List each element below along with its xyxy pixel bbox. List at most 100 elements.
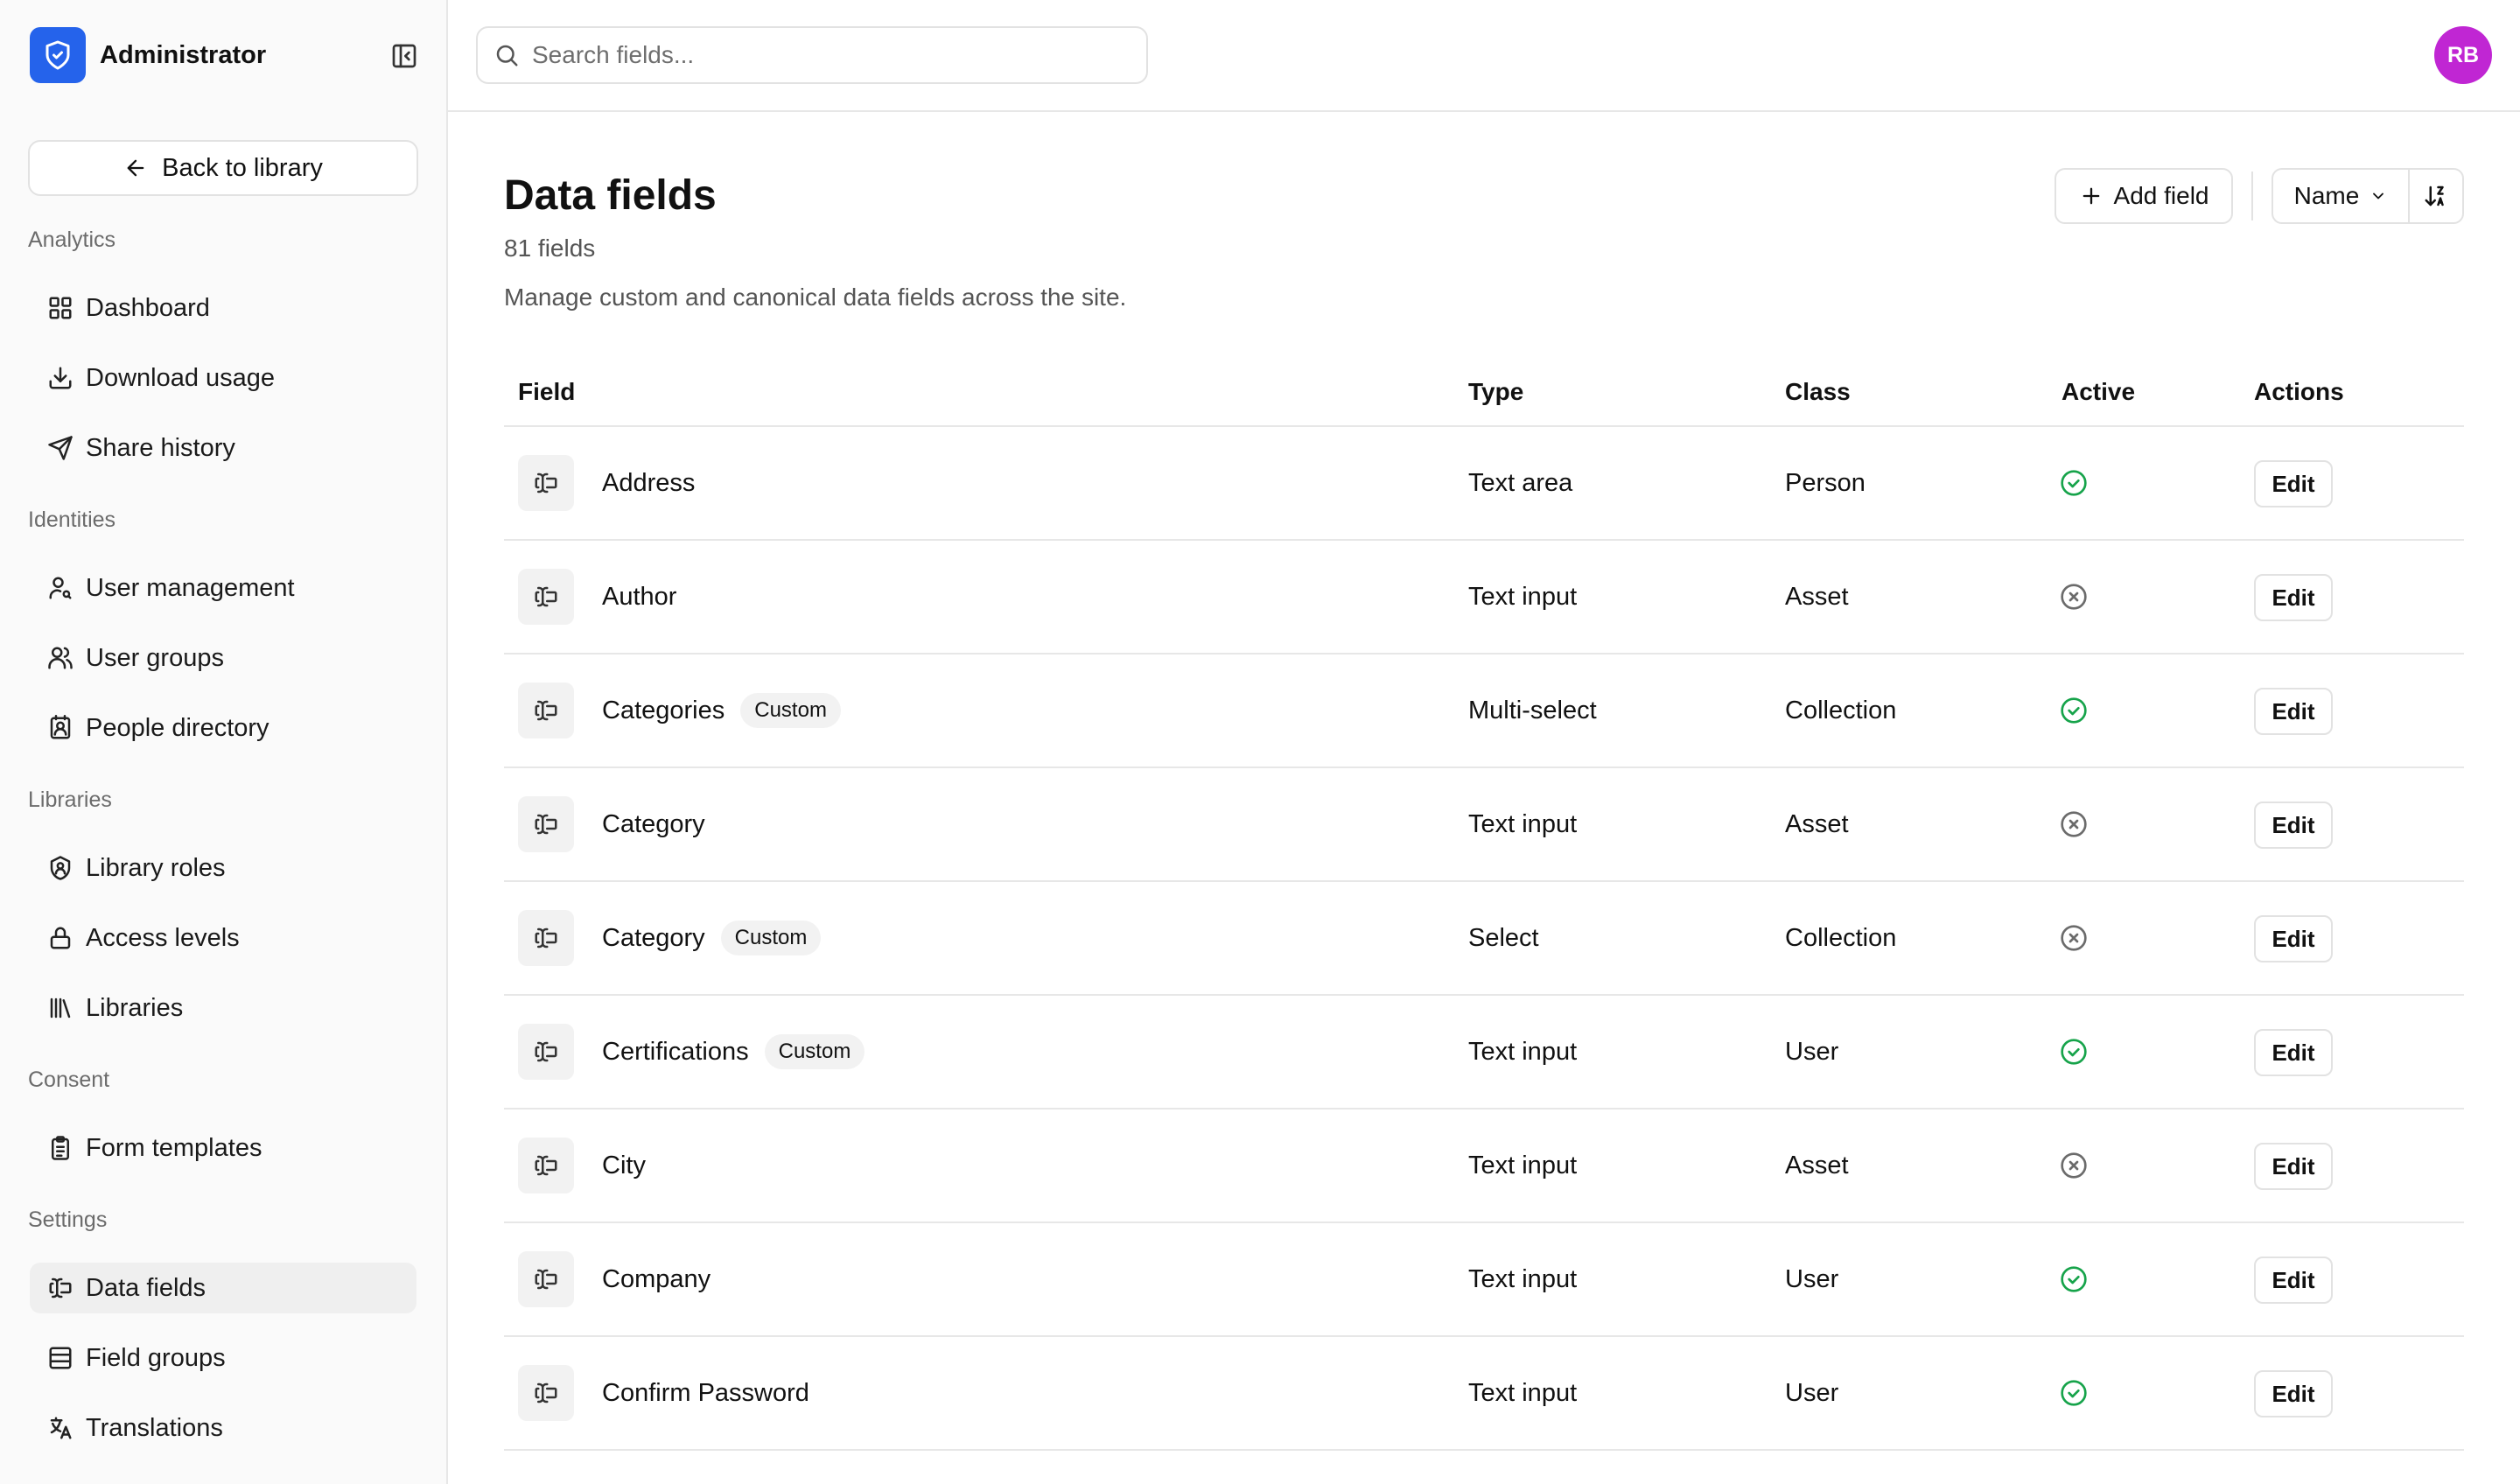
field-count: 81 fields <box>504 234 596 262</box>
edit-button[interactable]: Edit <box>2254 1370 2333 1418</box>
brand[interactable]: Administrator <box>30 26 266 84</box>
add-field-button[interactable]: Add field <box>2054 168 2233 224</box>
text-cursor-input-icon <box>46 1273 75 1303</box>
table-row[interactable]: Certifications Custom Text input User Ed… <box>504 996 2464 1110</box>
field-name-cell: Confirm Password <box>602 1337 809 1449</box>
page-title: Data fields <box>504 172 717 219</box>
sidebar-item-download-usage[interactable]: Download usage <box>30 353 416 403</box>
edit-button[interactable]: Edit <box>2254 1029 2333 1076</box>
field-name-cell: Category <box>602 768 705 880</box>
sidebar-item-label: Translations <box>86 1413 223 1442</box>
edit-button[interactable]: Edit <box>2254 915 2333 962</box>
sidebar-item-label: Download usage <box>86 363 276 392</box>
sidebar-item-libraries[interactable]: Libraries <box>30 983 416 1033</box>
section-label-consent: Consent <box>28 1068 110 1092</box>
table-row[interactable]: Category Custom Select Collection Edit <box>504 882 2464 996</box>
table-row[interactable]: Confirm Password Text input User Edit <box>504 1337 2464 1451</box>
table-row[interactable]: Company Text input User Edit <box>504 1223 2464 1337</box>
sidebar-item-label: Share history <box>86 433 235 462</box>
field-class: Asset <box>1785 1151 1849 1180</box>
field-class: Person <box>1785 468 1866 497</box>
edit-button[interactable]: Edit <box>2254 1143 2333 1190</box>
edit-button[interactable]: Edit <box>2254 1256 2333 1304</box>
custom-badge: Custom <box>740 693 841 728</box>
sidebar-item-translations[interactable]: Translations <box>30 1403 416 1453</box>
text-cursor-input-icon <box>518 1024 574 1080</box>
column-header-active[interactable]: Active <box>2062 378 2135 406</box>
sort-by-select[interactable]: Name <box>2273 170 2410 222</box>
sidebar-item-library-roles[interactable]: Library roles <box>30 843 416 893</box>
edit-button[interactable]: Edit <box>2254 688 2333 735</box>
field-class: Collection <box>1785 923 1897 952</box>
field-name-cell: Author <box>602 541 676 653</box>
table-row[interactable]: Author Text input Asset Edit <box>504 541 2464 654</box>
text-cursor-input-icon <box>518 796 574 852</box>
sidebar-collapse-button[interactable] <box>388 40 420 72</box>
text-cursor-input-icon <box>518 682 574 738</box>
text-cursor-input-icon <box>518 1138 574 1194</box>
table-row[interactable]: Address Text area Person Edit <box>504 427 2464 541</box>
sort-by-label: Name <box>2293 182 2360 209</box>
check-circle-icon <box>2060 1038 2088 1066</box>
sidebar-item-data-fields[interactable]: Data fields <box>30 1263 416 1313</box>
custom-badge: Custom <box>720 920 822 956</box>
column-header-field[interactable]: Field <box>518 378 575 406</box>
field-name: Confirm Password <box>602 1378 809 1407</box>
field-name: Company <box>602 1264 711 1293</box>
sort-ascending-icon <box>2425 186 2444 206</box>
clipboard-icon <box>46 1133 75 1163</box>
field-type: Text input <box>1468 809 1578 838</box>
sidebar: Administrator Back to library Analytics … <box>0 0 448 1484</box>
sidebar-item-user-management[interactable]: User management <box>30 563 416 613</box>
check-circle-icon <box>2060 469 2088 497</box>
plus-icon <box>2082 187 2099 205</box>
check-circle-icon <box>2060 1265 2088 1293</box>
back-to-library-button[interactable]: Back to library <box>28 140 418 196</box>
sidebar-item-label: Libraries <box>86 993 184 1022</box>
sort-direction-button[interactable] <box>2410 170 2462 222</box>
sidebar-item-dashboard[interactable]: Dashboard <box>30 283 416 333</box>
sidebar-item-label: People directory <box>86 713 270 742</box>
edit-button[interactable]: Edit <box>2254 460 2333 508</box>
section-label-libraries: Libraries <box>28 788 112 812</box>
field-name-cell: Address <box>602 427 695 539</box>
search-input[interactable] <box>532 41 1127 69</box>
back-to-library-label: Back to library <box>162 153 323 182</box>
user-search-icon <box>46 573 75 603</box>
check-circle-icon <box>2060 696 2088 724</box>
page-description: Manage custom and canonical data fields … <box>504 284 1127 311</box>
column-header-type[interactable]: Type <box>1468 378 1523 406</box>
download-icon <box>46 363 75 393</box>
field-name-cell: Company <box>602 1223 710 1335</box>
field-class: Collection <box>1785 696 1897 724</box>
column-header-class[interactable]: Class <box>1785 378 1851 406</box>
search-box[interactable] <box>476 26 1148 84</box>
custom-badge: Custom <box>764 1034 865 1069</box>
shield-logo-icon <box>30 27 86 83</box>
field-type: Multi-select <box>1468 696 1597 724</box>
edit-button[interactable]: Edit <box>2254 802 2333 849</box>
field-name: Address <box>602 468 696 497</box>
sidebar-item-field-groups[interactable]: Field groups <box>30 1333 416 1383</box>
sidebar-item-user-groups[interactable]: User groups <box>30 633 416 683</box>
sidebar-item-label: Access levels <box>86 923 240 952</box>
table-row[interactable]: City Text input Asset Edit <box>504 1110 2464 1223</box>
shield-user-icon <box>46 853 75 883</box>
sidebar-item-share-history[interactable]: Share history <box>30 423 416 473</box>
user-avatar[interactable]: RB <box>2434 26 2492 84</box>
field-type: Select <box>1468 923 1539 952</box>
table-row[interactable]: Categories Custom Multi-select Collectio… <box>504 654 2464 768</box>
sidebar-item-label: Library roles <box>86 853 226 882</box>
field-name-cell: Category Custom <box>602 882 822 994</box>
sidebar-item-form-templates[interactable]: Form templates <box>30 1123 416 1173</box>
field-class: Asset <box>1785 809 1849 838</box>
data-fields-table: Field Type Class Active Actions Address … <box>504 359 2464 1451</box>
sidebar-item-label: Dashboard <box>86 293 210 322</box>
sidebar-item-access-levels[interactable]: Access levels <box>30 913 416 963</box>
table-row[interactable]: Category Text input Asset Edit <box>504 768 2464 882</box>
sidebar-item-label: User groups <box>86 643 224 672</box>
sidebar-item-people-directory[interactable]: People directory <box>30 703 416 753</box>
rows-icon <box>46 1343 75 1373</box>
grid-icon <box>46 293 75 323</box>
edit-button[interactable]: Edit <box>2254 574 2333 621</box>
